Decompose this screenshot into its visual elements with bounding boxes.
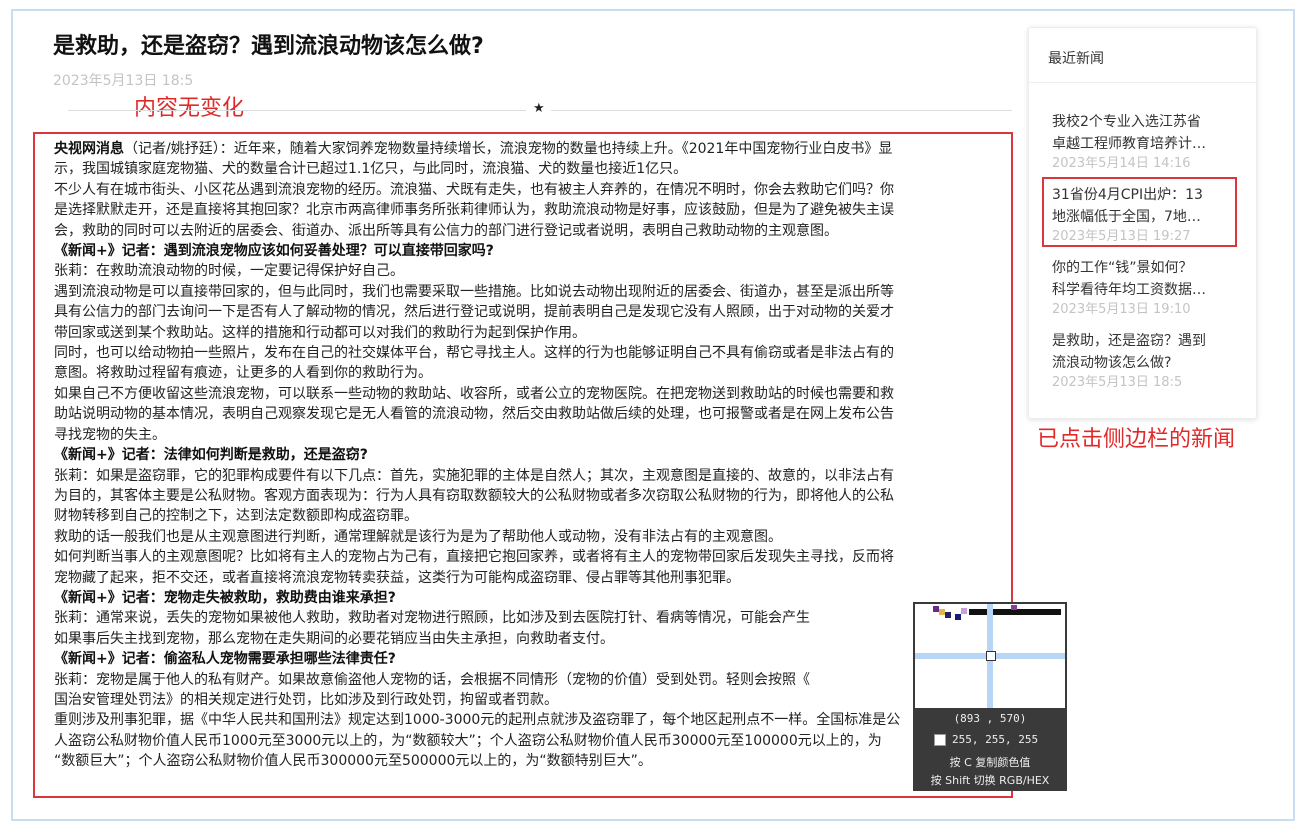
article-paragraph: 带回家或送到某个救助站。这样的措施和行动都可以对我们的救助行为起到保护作用。 xyxy=(54,323,1012,343)
paragraph-text: 如何判断当事人的主观意图呢？比如将有主人的宠物占为己有，直接把它抱回家养，或者将… xyxy=(54,549,894,566)
article-paragraph: 不少人有在城市街头、小区花丛遇到流浪宠物的经历。流浪猫、犬既有走失，也有被主人弃… xyxy=(54,180,1012,200)
article-subheading: 《新闻+》记者：遇到流浪宠物应该如何妥善处理？可以直接带回家吗? xyxy=(54,241,1012,261)
paragraph-text: 带回家或送到某个救助站。这样的措施和行动都可以对我们的救助行为起到保护作用。 xyxy=(54,324,586,341)
sidebar-title: 最近新闻 xyxy=(1048,51,1104,67)
sidebar-divider xyxy=(1029,82,1256,83)
sidebar-news-item[interactable]: 你的工作“钱”景如何？ 科学看待年均工资数据… 2023年5月13日 19:10 xyxy=(1052,257,1237,319)
magnifier-loupe xyxy=(915,604,1065,708)
paragraph-bold-lead: 《新闻+》记者：偷盗私人宠物需要承担哪些法律责任? xyxy=(54,651,396,668)
paragraph-text: （记者/姚抒廷）：近年来，随着大家饲养宠物数量持续增长，流浪宠物的数量也持续上升… xyxy=(124,141,893,157)
article-subheading: 《新闻+》记者：宠物走失被救助，救助费由谁来承担? xyxy=(54,588,1012,608)
paragraph-text: 遇到流浪动物是可以直接带回家的，但与此同时，我们也需要采取一些措施。比如说去动物… xyxy=(54,283,894,300)
paragraph-text: 示，我国城镇家庭宠物猫、犬的数量合计已超过1.1亿只，与此同时，流浪猫、犬的数量… xyxy=(54,161,688,178)
crosshair-center xyxy=(986,651,996,661)
sidebar-news-item[interactable]: 我校2个专业入选江苏省 卓越工程师教育培养计… 2023年5月14日 14:16 xyxy=(1052,111,1237,173)
article-paragraph: “数额巨大”；个人盗窃公私财物价值人民币300000元至500000元以上的，为… xyxy=(54,751,1012,771)
paragraph-text: 不少人有在城市街头、小区花丛遇到流浪宠物的经历。流浪猫、犬既有走失，也有被主人弃… xyxy=(54,181,894,198)
article-paragraph: 张莉：如果是盗窃罪，它的犯罪构成要件有以下几点：首先，实施犯罪的主体是自然人；其… xyxy=(54,466,1012,486)
loupe-pixel xyxy=(945,612,951,618)
paragraph-text: 如果事后失主找到宠物，那么宠物在走失期间的必要花销应当由失主承担，向救助者支付。 xyxy=(54,630,614,647)
picker-coordinates: (893 , 570) xyxy=(953,712,1027,725)
rgb-text: 255, 255, 255 xyxy=(952,733,1039,746)
paragraph-bold-lead: 《新闻+》记者：遇到流浪宠物应该如何妥善处理？可以直接带回家吗? xyxy=(54,243,494,260)
paragraph-text: 张莉：通常来说，丢失的宠物如果被他人救助，救助者对宠物进行照顾，比如涉及到去医院… xyxy=(54,610,810,627)
annotation-content-unchanged: 内容无变化 xyxy=(134,96,245,121)
article-paragraph: 张莉：通常来说，丢失的宠物如果被他人救助，救助者对宠物进行照顾，比如涉及到去医院… xyxy=(54,608,1012,628)
article-paragraph: 具有公信力的部门去询问一下是否有人了解动物的情况，然后进行登记或说明，提前表明自… xyxy=(54,302,1012,322)
paragraph-text: 意图。将救助过程留有痕迹，让更多的人看到你的救助行为。 xyxy=(54,365,432,382)
article-body: 央视网消息（记者/姚抒廷）：近年来，随着大家饲养宠物数量持续增长，流浪宠物的数量… xyxy=(54,139,1012,772)
loupe-pixel xyxy=(955,614,961,620)
article-date: 2023年5月13日 18:5 xyxy=(53,73,194,89)
article-paragraph: 为目的，其客体主要是公私财物。客观方面表现为：行为人具有窃取数额较大的公私财物或… xyxy=(54,486,1012,506)
paragraph-bold-lead: 央视网消息 xyxy=(54,141,124,157)
paragraph-bold-lead: 《新闻+》记者：法律如何判断是救助，还是盗窃? xyxy=(54,447,368,464)
news-item-title[interactable]: 是救助，还是盗窃？遇到 流浪动物该怎么做? xyxy=(1052,330,1237,374)
article-paragraph: 意图。将救助过程留有痕迹，让更多的人看到你的救助行为。 xyxy=(54,363,1012,383)
paragraph-text: 张莉：在救助流浪动物的时候，一定要记得保护好自己。 xyxy=(54,263,404,280)
article-paragraph: 遇到流浪动物是可以直接带回家的，但与此同时，我们也需要采取一些措施。比如说去动物… xyxy=(54,282,1012,302)
paragraph-text: 宠物藏了起来，拒不交还，或者直接将流浪宠物转卖获益，这类行为可能构成盗窃罪、侵占… xyxy=(54,569,740,586)
article-paragraph: 会，救助的同时可以去附近的居委会、街道办、派出所等具有公信力的部门进行登记或者说… xyxy=(54,221,1012,241)
article-paragraph: 示，我国城镇家庭宠物猫、犬的数量合计已超过1.1亿只，与此同时，流浪猫、犬的数量… xyxy=(54,159,1012,179)
paragraph-text: 助站说明动物的基本情况，表明自己观察发现它是无人看管的流浪动物，然后交由救助站做… xyxy=(54,406,894,423)
article-paragraph: 央视网消息（记者/姚抒廷）：近年来，随着大家饲养宠物数量持续增长，流浪宠物的数量… xyxy=(54,139,1012,159)
article-paragraph: 助站说明动物的基本情况，表明自己观察发现它是无人看管的流浪动物，然后交由救助站做… xyxy=(54,404,1012,424)
loupe-pixel xyxy=(1011,605,1017,610)
news-item-date: 2023年5月13日 19:10 xyxy=(1052,302,1191,317)
paragraph-text: 会，救助的同时可以去附近的居委会、街道办、派出所等具有公信力的部门进行登记或者说… xyxy=(54,222,838,239)
selected-news-highlight-box xyxy=(1042,177,1237,247)
article-paragraph: 如何判断当事人的主观意图呢？比如将有主人的宠物占为己有，直接把它抱回家养，或者将… xyxy=(54,547,1012,567)
article-paragraph: 人盗窃公私财物价值人民币1000元至3000元以上的，为“数额较大”；个人盗窃公… xyxy=(54,731,1012,751)
title-divider-left xyxy=(68,110,526,111)
paragraph-text: 人盗窃公私财物价值人民币1000元至3000元以上的，为“数额较大”；个人盗窃公… xyxy=(54,732,882,749)
paragraph-text: 张莉：宠物是属于他人的私有财产。如果故意偷盗他人宠物的话，会根据不同情形（宠物的… xyxy=(54,671,810,688)
article-paragraph: 张莉：宠物是属于他人的私有财产。如果故意偷盗他人宠物的话，会根据不同情形（宠物的… xyxy=(54,670,1012,690)
paragraph-text: 国治安管理处罚法》的相关规定进行处罚，比如涉及到行政处罚，拘留或者罚款。 xyxy=(54,691,558,708)
article-paragraph: 同时，也可以给动物拍一些照片，发布在自己的社交媒体平台，帮它寻找主人。这样的行为… xyxy=(54,343,1012,363)
color-picker-overlay: (893 , 570) 255, 255, 255 按 C 复制颜色值 按 Sh… xyxy=(913,602,1067,791)
article-paragraph: 财物转移到自己的控制之下，达到法定数额即构成盗窃罪。 xyxy=(54,506,1012,526)
paragraph-text: 财物转移到自己的控制之下，达到法定数额即构成盗窃罪。 xyxy=(54,508,418,525)
article-subheading: 《新闻+》记者：偷盗私人宠物需要承担哪些法律责任? xyxy=(54,649,1012,669)
paragraph-text: 如果自己不方便收留这些流浪宠物，可以联系一些动物的救助站、收容所，或者公立的宠物… xyxy=(54,385,894,402)
paragraph-text: 具有公信力的部门去询问一下是否有人了解动物的情况，然后进行登记或说明，提前表明自… xyxy=(54,304,894,321)
paragraph-bold-lead: 《新闻+》记者：宠物走失被救助，救助费由谁来承担? xyxy=(54,589,396,606)
article-paragraph: 张莉：在救助流浪动物的时候，一定要记得保护好自己。 xyxy=(54,261,1012,281)
article-paragraph: 救助的话一般我们也是从主观意图进行判断，通常理解就是该行为是为了帮助他人或动物，… xyxy=(54,527,1012,547)
article-paragraph: 如果事后失主找到宠物，那么宠物在走失期间的必要花销应当由失主承担，向救助者支付。 xyxy=(54,629,1012,649)
color-swatch xyxy=(934,733,946,746)
news-item-title[interactable]: 你的工作“钱”景如何？ 科学看待年均工资数据… xyxy=(1052,257,1237,301)
article-paragraph: 寻找宠物的失主。 xyxy=(54,425,1012,445)
title-divider-right xyxy=(551,110,1012,111)
article-paragraph: 是选择默默走开，还是直接将其抱回家？北京市两高律师事务所张莉律师认为，救助流浪动… xyxy=(54,200,1012,220)
sidebar-news-item[interactable]: 是救助，还是盗窃？遇到 流浪动物该怎么做? 2023年5月13日 18:5 xyxy=(1052,330,1237,392)
paragraph-text: 是选择默默走开，还是直接将其抱回家？北京市两高律师事务所张莉律师认为，救助流浪动… xyxy=(54,202,894,219)
picker-rgb-value: 255, 255, 255 xyxy=(934,733,1038,746)
news-item-date: 2023年5月14日 14:16 xyxy=(1052,156,1191,171)
paragraph-text: 重则涉及刑事犯罪，据《中华人民共和国刑法》规定达到1000-3000元的起刑点就… xyxy=(54,712,901,729)
paragraph-text: 张莉：如果是盗窃罪，它的犯罪构成要件有以下几点：首先，实施犯罪的主体是自然人；其… xyxy=(54,467,894,484)
article-title: 是救助，还是盗窃？遇到流浪动物该怎么做? xyxy=(53,34,484,59)
picker-hint-copy: 按 C 复制颜色值 xyxy=(949,756,1031,769)
paragraph-text: 救助的话一般我们也是从主观意图进行判断，通常理解就是该行为是为了帮助他人或动物，… xyxy=(54,528,782,545)
article-subheading: 《新闻+》记者：法律如何判断是救助，还是盗窃? xyxy=(54,445,1012,465)
article-paragraph: 国治安管理处罚法》的相关规定进行处罚，比如涉及到行政处罚，拘留或者罚款。 xyxy=(54,690,1012,710)
article-paragraph: 如果自己不方便收留这些流浪宠物，可以联系一些动物的救助站、收容所，或者公立的宠物… xyxy=(54,384,1012,404)
news-item-date: 2023年5月13日 18:5 xyxy=(1052,375,1183,390)
paragraph-text: “数额巨大”；个人盗窃公私财物价值人民币300000元至500000元以上的，为… xyxy=(54,753,652,770)
annotation-sidebar-clicked: 已点击侧边栏的新闻 xyxy=(1037,427,1236,452)
loupe-pixel xyxy=(961,608,967,614)
paragraph-text: 同时，也可以给动物拍一些照片，发布在自己的社交媒体平台，帮它寻找主人。这样的行为… xyxy=(54,345,894,362)
article-paragraph: 宠物藏了起来，拒不交还，或者直接将流浪宠物转卖获益，这类行为可能构成盗窃罪、侵占… xyxy=(54,568,1012,588)
paragraph-text: 为目的，其客体主要是公私财物。客观方面表现为：行为人具有窃取数额较大的公私财物或… xyxy=(54,487,894,504)
news-item-title[interactable]: 我校2个专业入选江苏省 卓越工程师教育培养计… xyxy=(1052,111,1237,155)
star-icon: ★ xyxy=(533,101,545,116)
picker-hint-switch: 按 Shift 切换 RGB/HEX xyxy=(930,774,1050,787)
paragraph-text: 寻找宠物的失主。 xyxy=(54,426,166,443)
article-paragraph: 重则涉及刑事犯罪，据《中华人民共和国刑法》规定达到1000-3000元的起刑点就… xyxy=(54,710,1012,730)
